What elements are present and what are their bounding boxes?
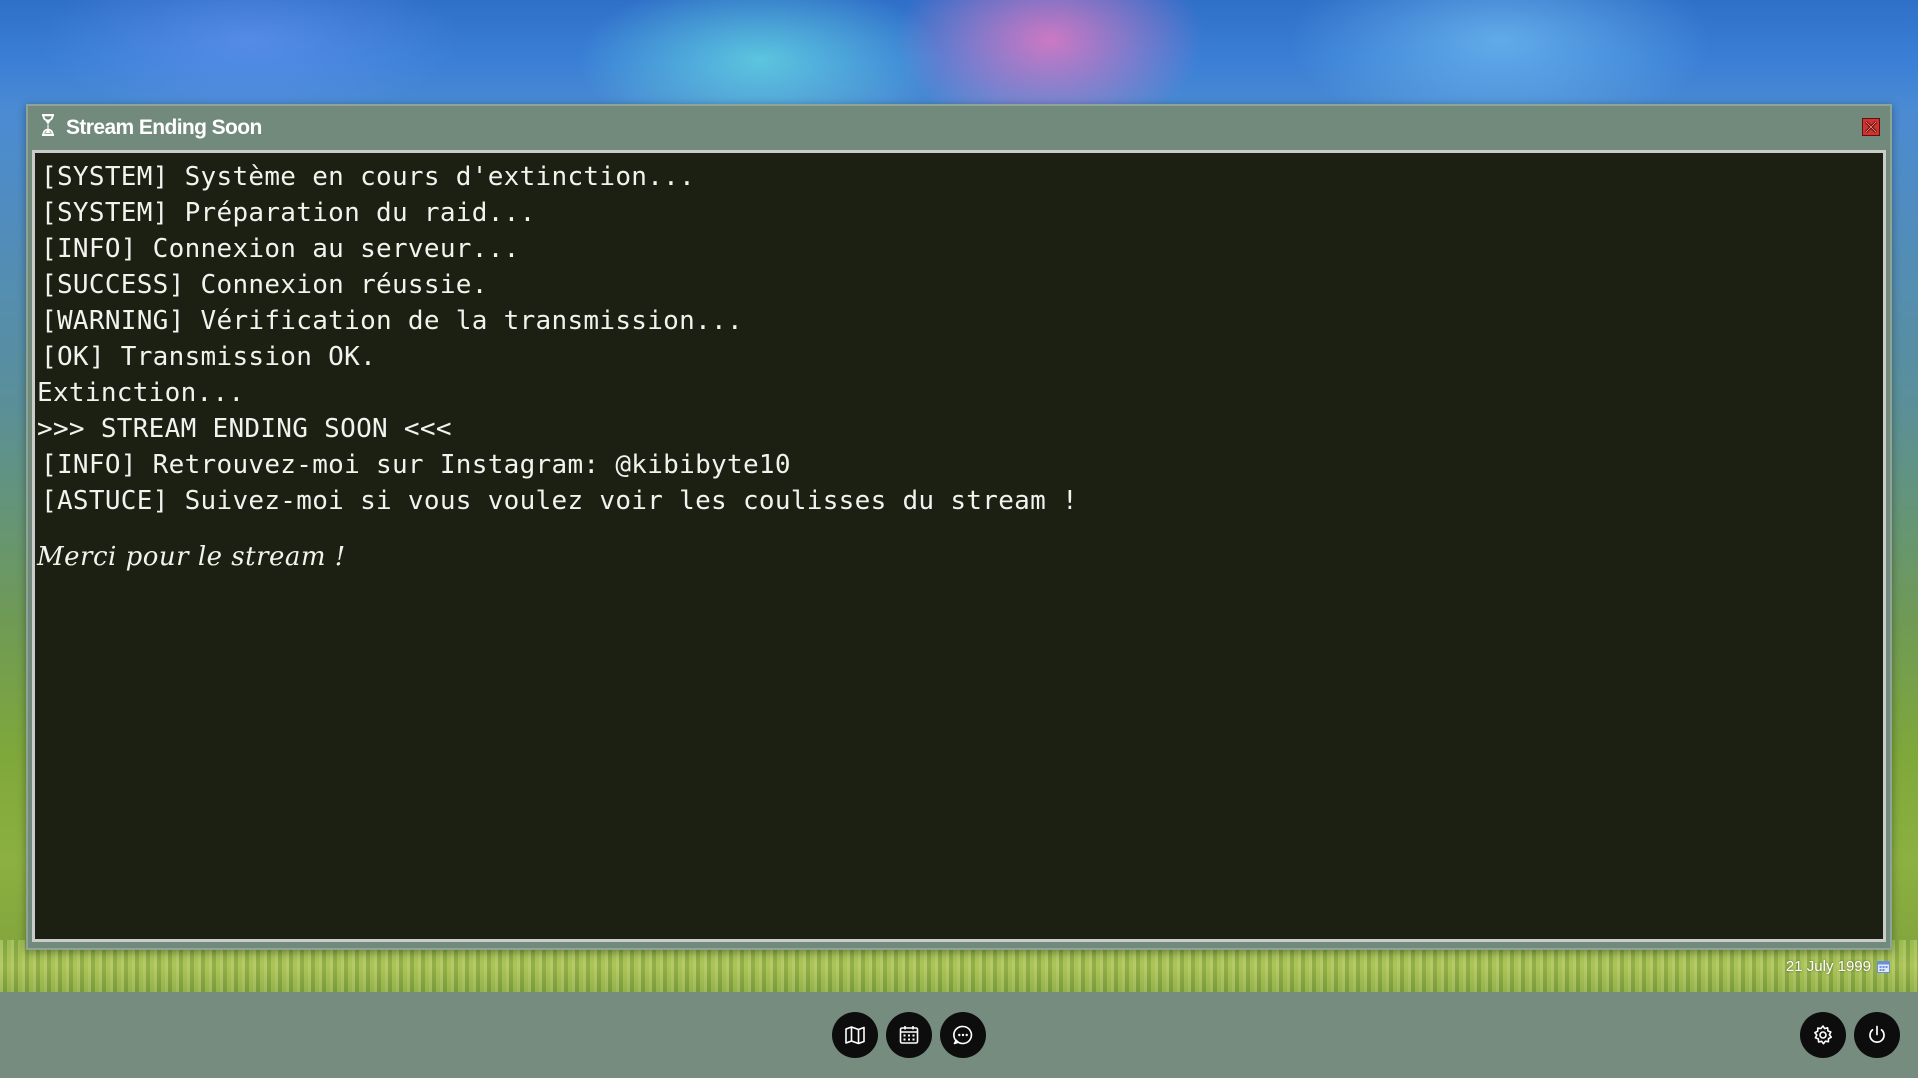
terminal-line: [ASTUCE] Suivez-moi si vous voulez voir … [41,486,1078,516]
close-icon[interactable] [1862,118,1880,136]
terminal-line: [OK] Transmission OK. [41,342,377,372]
terminal-line: Extinction... [37,378,245,408]
hourglass-icon [40,113,56,137]
final-message: Merci pour le stream ! [37,542,346,572]
date-text: 21 July 1999 [1785,958,1871,975]
window-title: Stream Ending Soon [66,116,262,139]
terminal-line: [SYSTEM] Système en cours d'extinction..… [41,162,696,192]
window-titlebar[interactable]: Stream Ending Soon [28,106,1890,148]
terminal-line: [INFO] Retrouvez-moi sur Instagram: @kib… [41,450,791,480]
power-icon [1869,1025,1885,1044]
desktop: Stream Ending Soon [SYSTEM] Système en c… [0,0,1918,1078]
terminal-line: [SYSTEM] Préparation du raid... [41,198,536,228]
taskbar [0,992,1918,1078]
power-button[interactable] [1854,1012,1900,1058]
date-display: 21 July 1999 [1786,958,1890,975]
terminal-line: >>> STREAM ENDING SOON <<< [37,414,452,444]
settings-icon [1814,1025,1833,1045]
terminal-output[interactable]: [SYSTEM] Système en cours d'extinction..… [32,150,1886,942]
calendar-mini-icon [1877,960,1890,973]
terminal-line: [WARNING] Vérification de la transmissio… [41,306,743,336]
terminal-line: [SUCCESS] Connexion réussie. [41,270,488,300]
chat-icon [953,1025,973,1045]
calendar-icon [899,1026,919,1044]
settings-button[interactable] [1800,1012,1846,1058]
map-button[interactable] [832,1012,878,1058]
stream-window: Stream Ending Soon [SYSTEM] Système en c… [26,104,1892,950]
map-icon [845,1026,865,1045]
chat-button[interactable] [940,1012,986,1058]
terminal-line: [INFO] Connexion au serveur... [41,234,520,264]
calendar-button[interactable] [886,1012,932,1058]
